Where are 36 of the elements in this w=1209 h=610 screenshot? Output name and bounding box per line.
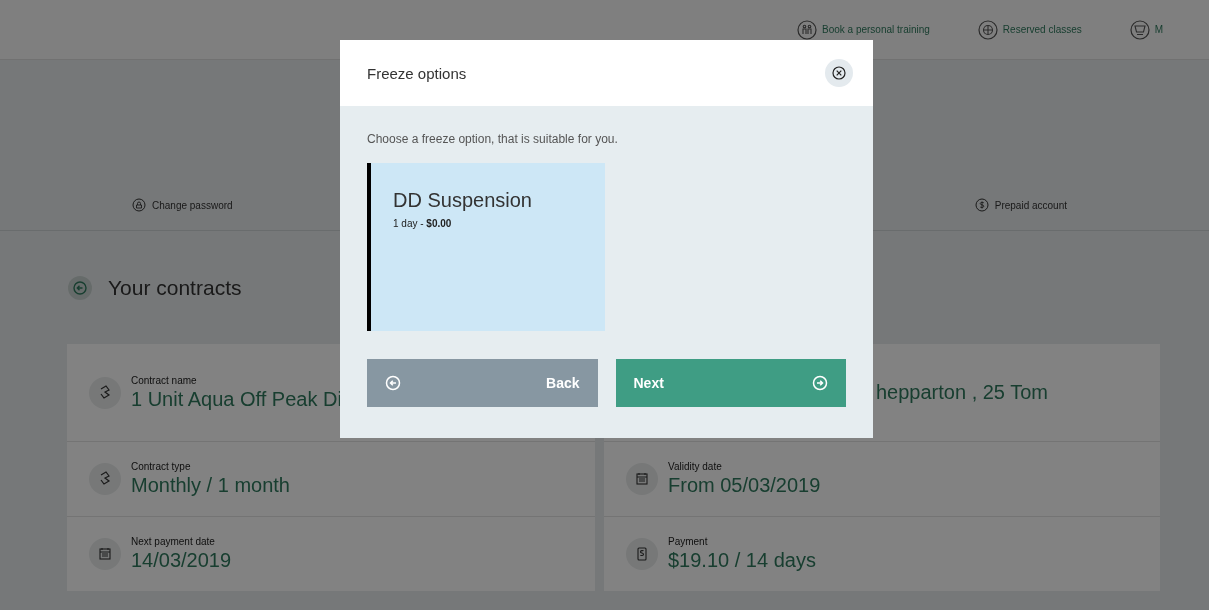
- option-name: DD Suspension: [393, 189, 533, 212]
- field-value: From 05/03/2019: [668, 474, 821, 497]
- people-icon: [797, 19, 817, 40]
- back-icon[interactable]: [68, 275, 92, 300]
- field-label: Validity date: [668, 461, 723, 472]
- globe-icon: [977, 19, 998, 40]
- close-button[interactable]: [825, 59, 853, 87]
- account-link[interactable]: Prepaid account: [974, 198, 1067, 212]
- field-value: hepparton , 25 Tom: [876, 381, 1048, 404]
- option-detail: 1 day - $0.00: [393, 218, 453, 229]
- field-value: 14/03/2019: [131, 549, 232, 572]
- back-button[interactable]: Back: [367, 359, 598, 407]
- calendar-icon: [626, 463, 658, 495]
- dialog-intro: Choose a freeze option, that is suitable for you.: [367, 132, 619, 146]
- field-value: $19.10 / 14 days: [668, 549, 816, 572]
- dollar-icon: [974, 198, 989, 212]
- nav-link[interactable]: Book a personal training: [797, 19, 930, 40]
- nav-link[interactable]: M: [1129, 19, 1164, 40]
- dollar-icon: [626, 538, 658, 570]
- section-title: Your contracts: [108, 275, 242, 300]
- field-label: Next payment date: [131, 536, 216, 547]
- next-button[interactable]: Next: [615, 359, 846, 407]
- nav-link[interactable]: Reserved classes: [977, 19, 1082, 40]
- cart-icon: [1129, 19, 1150, 40]
- dialog-title: Freeze options: [367, 64, 467, 82]
- close-icon: [832, 66, 846, 80]
- lock-icon: [132, 198, 146, 212]
- field-label: Payment: [668, 536, 709, 547]
- arrow-left-icon: [385, 375, 401, 391]
- field-value: Monthly / 1 month: [131, 474, 290, 497]
- field-label: Contract name: [131, 374, 198, 386]
- freeze-option[interactable]: DD Suspension 1 day - $0.00: [367, 163, 605, 331]
- field-label: Contract type: [131, 461, 192, 472]
- calendar-icon: [89, 538, 121, 570]
- arrow-right-icon: [812, 375, 828, 391]
- account-link[interactable]: Change password: [132, 198, 233, 212]
